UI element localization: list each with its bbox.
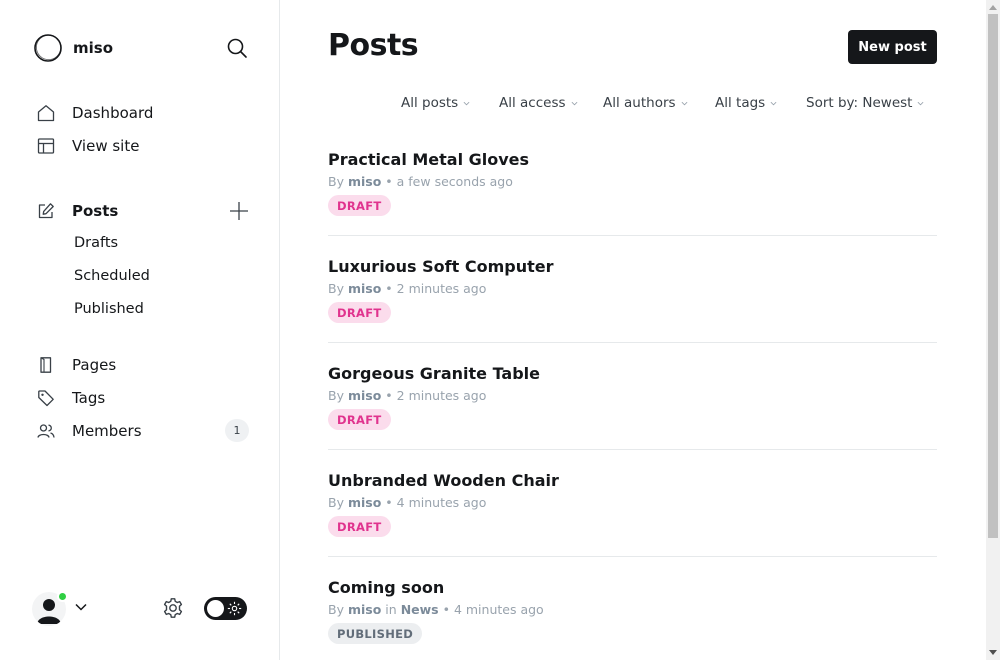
online-status-dot	[57, 591, 68, 602]
filter-label: Sort by: Newest	[806, 95, 913, 111]
main-content: Posts New post All posts All access All …	[280, 0, 986, 660]
sidebar-item-pages[interactable]: Pages	[36, 354, 116, 376]
status-badge: PUBLISHED	[328, 623, 423, 644]
post-author: miso	[347, 602, 382, 617]
post-meta: By miso in News • 4 minutes ago	[328, 602, 544, 617]
post-by-label: By	[328, 602, 344, 617]
post-meta: By miso • a few seconds ago	[328, 174, 513, 189]
sidebar-item-view-site[interactable]: View site	[36, 135, 139, 157]
members-count-badge: 1	[225, 419, 249, 442]
users-icon	[36, 421, 56, 441]
post-meta: By miso • 4 minutes ago	[328, 495, 486, 510]
status-badge: DRAFT	[328, 409, 391, 430]
sidebar-item-label: Pages	[72, 356, 117, 374]
sidebar-item-dashboard[interactable]: Dashboard	[36, 102, 153, 124]
sidebar-footer	[32, 590, 248, 626]
home-icon	[36, 103, 56, 123]
page-scrollbar[interactable]	[986, 0, 1000, 660]
chevron-down-icon[interactable]	[74, 600, 88, 614]
post-by-label: By	[328, 388, 344, 403]
page-title: Posts	[328, 28, 419, 63]
filter-bar: All posts All access All authors All tag…	[280, 95, 986, 113]
post-author: miso	[347, 174, 382, 189]
post-title: Unbranded Wooden Chair	[328, 471, 559, 490]
post-by-label: By	[328, 174, 344, 189]
post-time: • 4 minutes ago	[385, 495, 487, 510]
new-post-button[interactable]: New post	[848, 30, 937, 64]
post-title: Coming soon	[328, 578, 445, 597]
sidebar-item-members[interactable]: Members	[36, 420, 142, 442]
filter-sort[interactable]: Sort by: Newest	[806, 95, 924, 111]
post-meta: By miso • 2 minutes ago	[328, 388, 486, 403]
scroll-up-arrow-icon[interactable]	[986, 0, 1000, 14]
sidebar-item-label: Members	[72, 422, 142, 440]
brand[interactable]: miso	[33, 33, 113, 63]
search-icon[interactable]	[226, 37, 248, 59]
chevron-down-icon	[463, 101, 470, 105]
status-badge: DRAFT	[328, 302, 391, 323]
post-author: miso	[347, 388, 382, 403]
sun-icon	[227, 601, 242, 616]
file-icon	[36, 355, 56, 375]
post-time: • a few seconds ago	[385, 174, 513, 189]
post-list-item[interactable]: Practical Metal Gloves By miso • a few s…	[328, 150, 937, 236]
post-time: • 2 minutes ago	[385, 388, 487, 403]
site-name: miso	[73, 39, 114, 57]
post-author: miso	[347, 281, 382, 296]
sidebar-item-posts[interactable]: Posts	[36, 200, 118, 222]
sidebar-item-label: Posts	[72, 202, 119, 220]
post-in-label: in	[385, 602, 397, 617]
filter-label: All access	[499, 95, 566, 111]
filter-label: All tags	[715, 95, 766, 111]
post-list-item[interactable]: Unbranded Wooden Chair By miso • 4 minut…	[328, 471, 937, 557]
sidebar-subitem-scheduled[interactable]: Scheduled	[74, 268, 150, 284]
sidebar: miso Dashboard View site Posts Drafts Sc…	[0, 0, 280, 660]
post-time: • 4 minutes ago	[442, 602, 544, 617]
edit-icon	[36, 201, 56, 221]
toggle-knob	[207, 600, 224, 617]
scroll-down-arrow-icon[interactable]	[986, 646, 1000, 660]
filter-access[interactable]: All access	[499, 95, 578, 111]
layout-icon	[36, 136, 56, 156]
filter-authors[interactable]: All authors	[603, 95, 688, 111]
post-list-item[interactable]: Luxurious Soft Computer By miso • 2 minu…	[328, 257, 937, 343]
tag-icon	[36, 388, 56, 408]
post-time: • 2 minutes ago	[385, 281, 487, 296]
post-meta: By miso • 2 minutes ago	[328, 281, 486, 296]
sidebar-subitem-drafts[interactable]: Drafts	[74, 235, 118, 251]
filter-tags[interactable]: All tags	[715, 95, 777, 111]
scroll-thumb[interactable]	[988, 14, 998, 538]
post-primary-tag: News	[400, 602, 439, 617]
post-by-label: By	[328, 281, 344, 296]
post-title: Practical Metal Gloves	[328, 150, 530, 169]
sidebar-subitem-published[interactable]: Published	[74, 301, 144, 317]
filter-post-type[interactable]: All posts	[401, 95, 470, 111]
theme-toggle[interactable]	[204, 597, 247, 620]
post-title: Gorgeous Granite Table	[328, 364, 540, 383]
status-badge: DRAFT	[328, 195, 391, 216]
sidebar-item-label: View site	[72, 137, 140, 155]
chevron-down-icon	[681, 101, 687, 105]
post-list-item[interactable]: Gorgeous Granite Table By miso • 2 minut…	[328, 364, 937, 450]
chevron-down-icon	[918, 101, 924, 105]
plus-icon[interactable]	[228, 200, 250, 222]
circle-logo-icon	[34, 34, 62, 62]
post-author: miso	[347, 495, 382, 510]
filter-label: All posts	[401, 95, 459, 111]
post-by-label: By	[328, 495, 344, 510]
chevron-down-icon	[571, 101, 577, 105]
chevron-down-icon	[770, 101, 777, 105]
post-title: Luxurious Soft Computer	[328, 257, 554, 276]
status-badge: DRAFT	[328, 516, 391, 537]
gear-icon[interactable]	[162, 597, 184, 619]
sidebar-item-label: Dashboard	[72, 104, 154, 122]
post-list-item[interactable]: Coming soon By miso in News • 4 minutes …	[328, 578, 937, 660]
filter-label: All authors	[603, 95, 676, 111]
sidebar-item-label: Tags	[72, 389, 106, 407]
sidebar-item-tags[interactable]: Tags	[36, 387, 105, 409]
